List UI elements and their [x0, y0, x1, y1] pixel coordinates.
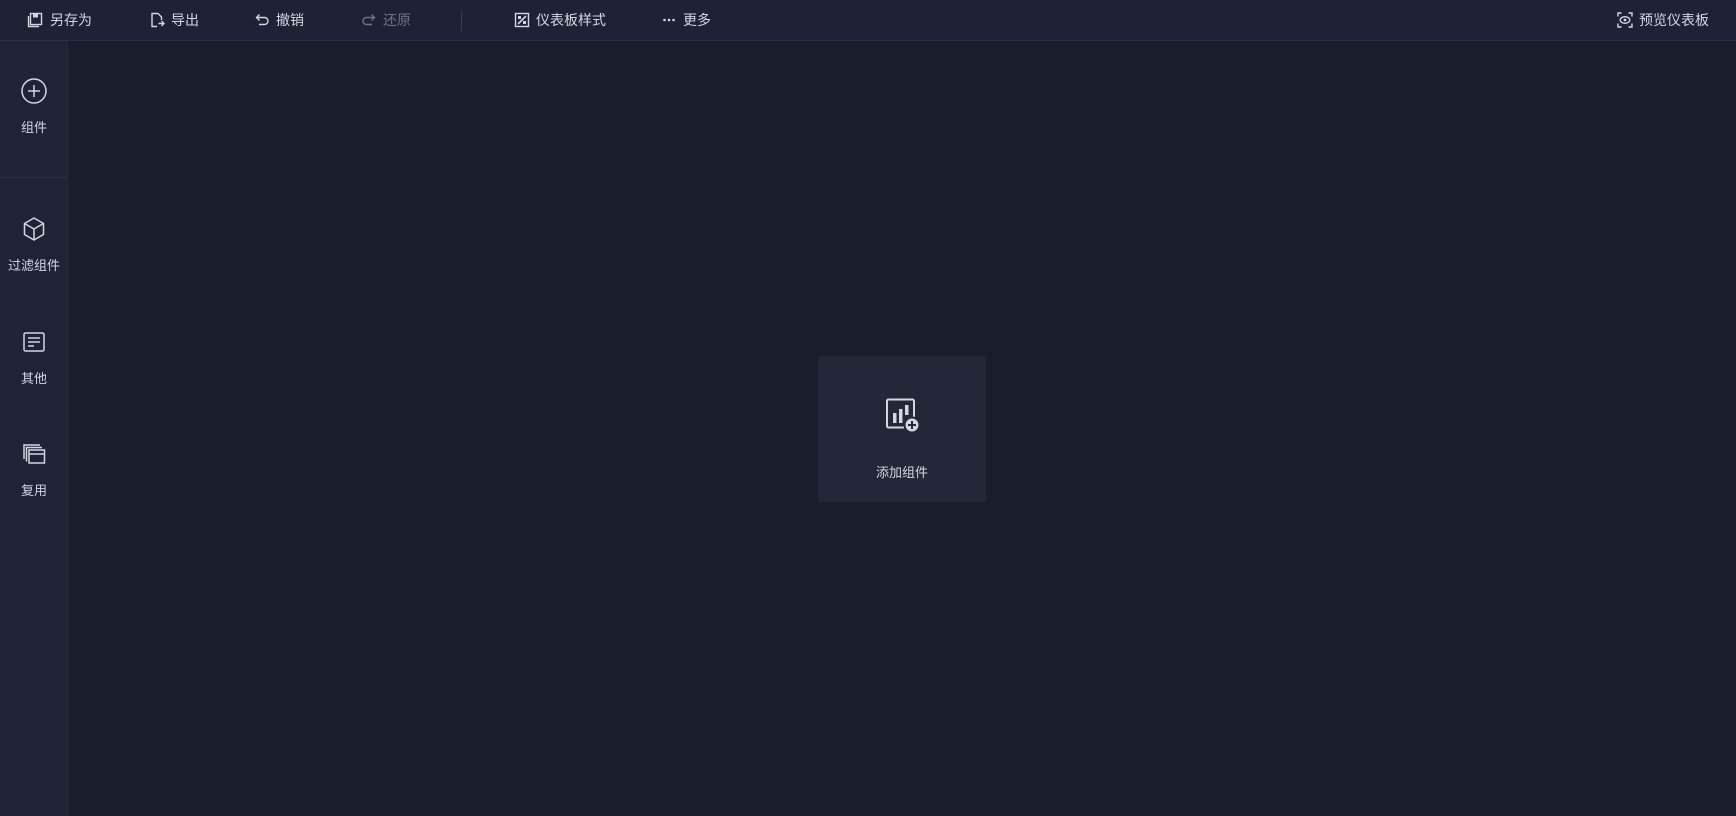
more-icon: [663, 18, 675, 22]
export-button[interactable]: 导出: [148, 0, 199, 40]
export-icon: [151, 12, 165, 28]
undo-label: 撤销: [276, 13, 304, 29]
sidebar-item-components[interactable]: 组件: [0, 77, 68, 147]
document-icon: [23, 332, 45, 352]
add-component-label: 添加组件: [875, 466, 928, 481]
redo-button[interactable]: 还原: [360, 0, 411, 40]
more-button[interactable]: 更多: [660, 0, 711, 40]
export-label: 导出: [171, 13, 199, 29]
redo-icon: [362, 14, 376, 26]
dashboard-style-icon: [514, 12, 530, 28]
sidebar-item-label: 复用: [20, 484, 47, 499]
sidebar-item-reuse[interactable]: 复用: [0, 440, 68, 510]
dashboard-style-label: 仪表板样式: [536, 13, 606, 29]
preview-label: 预览仪表板: [1639, 13, 1709, 29]
left-sidebar: 组件 过滤组件 其他 复用: [0, 41, 68, 816]
more-label: 更多: [683, 13, 711, 29]
save-as-label: 另存为: [50, 13, 92, 29]
sidebar-item-label: 过滤组件: [7, 259, 60, 274]
dashboard-style-button[interactable]: 仪表板样式: [513, 0, 606, 40]
top-toolbar: 另存为 导出 撤销 还原 仪表板样式 更多 预览仪表板: [0, 0, 1736, 41]
undo-button[interactable]: 撤销: [253, 0, 304, 40]
cube-icon: [23, 217, 45, 241]
sidebar-item-label: 组件: [20, 121, 47, 136]
sidebar-item-filter-components[interactable]: 过滤组件: [0, 215, 68, 285]
chart-add-icon: [886, 398, 921, 434]
preview-dashboard-button[interactable]: 预览仪表板: [1616, 0, 1709, 40]
redo-label: 还原: [383, 13, 411, 29]
sidebar-divider: [0, 177, 68, 178]
preview-icon: [1617, 12, 1633, 28]
save-as-icon: [27, 12, 43, 28]
save-as-button[interactable]: 另存为: [27, 0, 92, 40]
sidebar-item-other[interactable]: 其他: [0, 328, 68, 398]
stacked-windows-icon: [23, 444, 46, 464]
sidebar-item-label: 其他: [20, 372, 47, 387]
add-circle-icon: [21, 78, 47, 104]
undo-icon: [255, 14, 269, 26]
toolbar-divider: [461, 11, 462, 31]
add-component-card[interactable]: 添加组件: [818, 356, 986, 502]
